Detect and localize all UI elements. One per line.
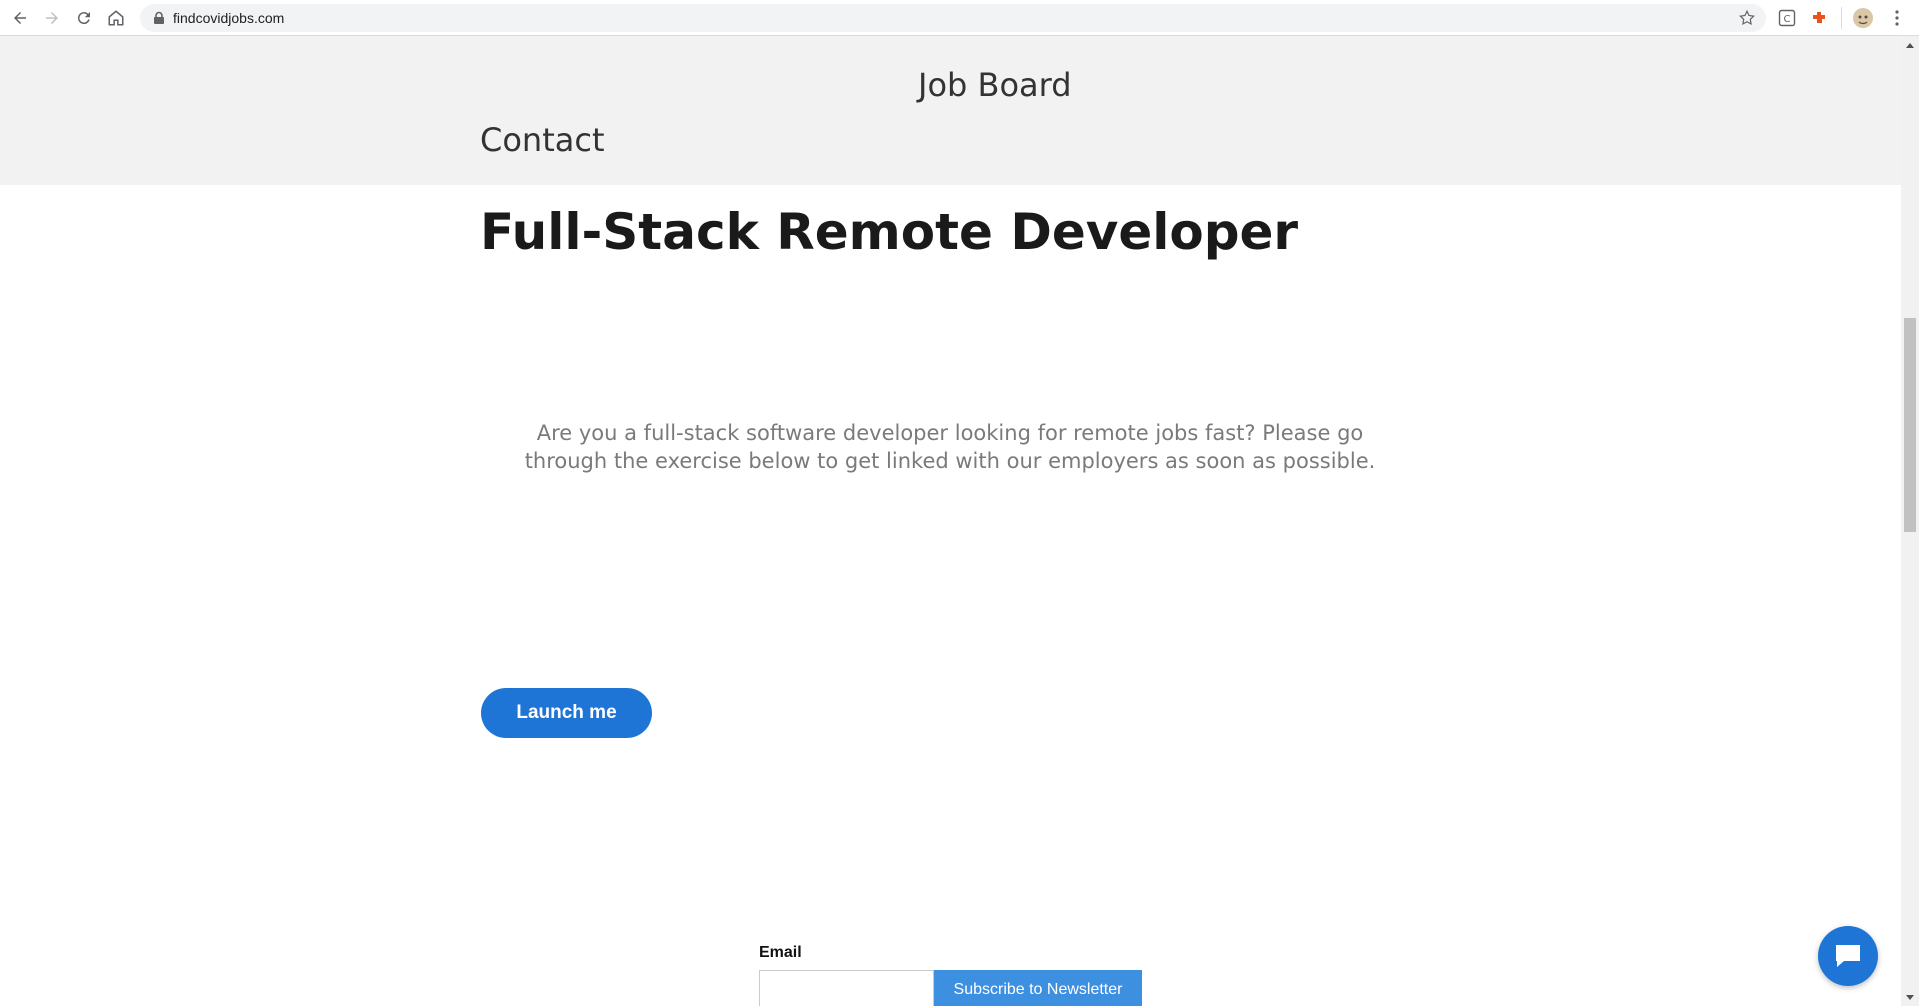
toolbar-divider — [1841, 7, 1842, 29]
extension-puzzle-icon[interactable] — [1808, 7, 1830, 29]
scrollbar-thumb[interactable] — [1904, 318, 1916, 532]
star-icon[interactable] — [1738, 9, 1756, 27]
email-input[interactable] — [759, 970, 934, 1006]
nav-link-contact[interactable]: Contact — [480, 121, 605, 159]
intro-text: Are you a full-stack software developer … — [524, 421, 1376, 473]
browser-menu-icon[interactable] — [1886, 7, 1908, 29]
launch-button[interactable]: Launch me — [481, 688, 652, 738]
address-bar[interactable]: findcovidjobs.com — [140, 4, 1766, 32]
chat-widget-button[interactable] — [1818, 926, 1878, 986]
site-header: Job Board Contact — [0, 36, 1901, 185]
reload-icon — [77, 12, 90, 25]
scroll-up-arrow-icon[interactable] — [1901, 36, 1919, 53]
forward-arrow-icon — [46, 12, 58, 24]
url-text: findcovidjobs.com — [173, 10, 285, 26]
email-label: Email — [759, 944, 802, 961]
page-scrollbar[interactable] — [1901, 36, 1919, 1006]
extension-c-icon[interactable]: C — [1776, 7, 1798, 29]
nav-link-job-board[interactable]: Job Board — [918, 66, 1072, 104]
page-viewport: Job Board Contact Full-Stack Remote Deve… — [0, 36, 1901, 1006]
back-arrow-icon — [14, 12, 26, 24]
page-title: Full-Stack Remote Developer — [480, 203, 1299, 261]
svg-text:C: C — [1784, 14, 1791, 25]
profile-avatar-icon[interactable] — [1852, 7, 1874, 29]
scroll-down-arrow-icon[interactable] — [1901, 989, 1919, 1006]
home-button[interactable] — [104, 6, 128, 30]
browser-toolbar: findcovidjobs.com C — [0, 0, 1919, 36]
forward-button[interactable] — [40, 6, 64, 30]
reload-button[interactable] — [72, 6, 96, 30]
back-button[interactable] — [8, 6, 32, 30]
lock-icon — [154, 11, 164, 24]
chat-bubble-icon — [1836, 945, 1860, 967]
home-icon — [108, 10, 124, 26]
subscribe-newsletter-button[interactable]: Subscribe to Newsletter — [934, 970, 1142, 1006]
